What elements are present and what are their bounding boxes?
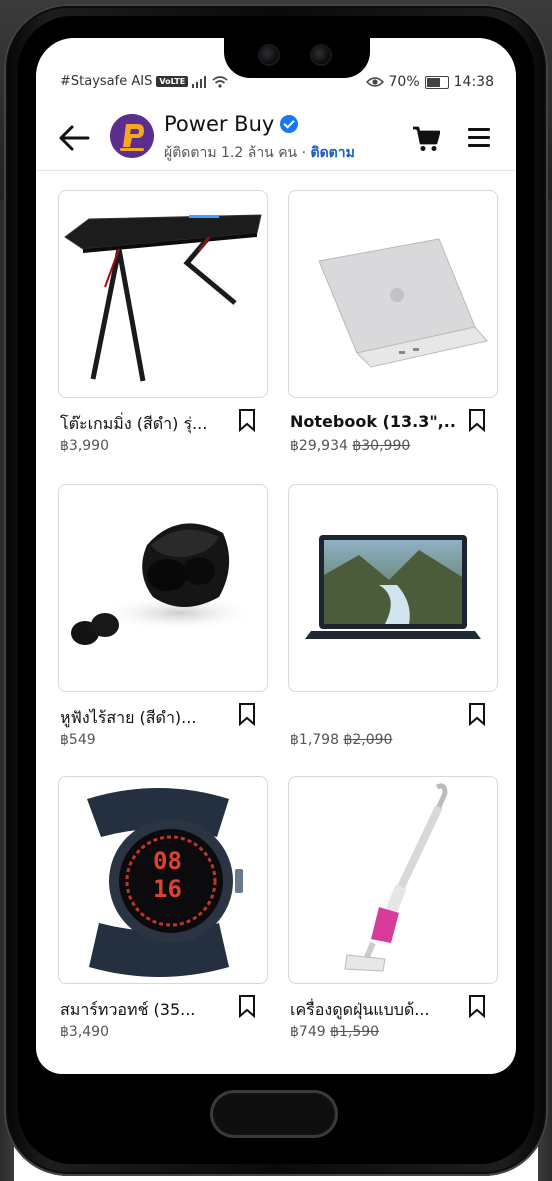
old-price: ฿30,990 [352,438,411,454]
page-name-label: Power Buy [164,112,275,136]
signal-icon [192,75,207,88]
eye-comfort-icon [365,77,384,87]
bookmark-icon[interactable] [238,702,256,726]
product-title: หูฟังไร้สาย (สีดำ)... [60,708,197,727]
silver-laptop-image [318,238,488,368]
watch-hour-digits: 08 [153,847,182,875]
current-price: ฿549 [60,732,96,748]
black-laptop-image [305,535,481,639]
product-image[interactable] [58,190,268,398]
follower-count: ผู้ติดตาม 1.2 ล้าน คน · [164,145,307,161]
follow-link[interactable]: ติดตาม [310,145,354,161]
product-price: ฿749 ฿1,590 [290,1024,379,1040]
product-image[interactable]: 08 16 [58,776,268,984]
bookmark-icon[interactable] [468,408,486,432]
home-button[interactable] [210,1090,338,1138]
page-name[interactable]: Power Buy [164,112,299,136]
app-screen: #Staysafe AIS VoLTE 70% 14:38 Power Buy … [36,38,516,1074]
stick-vacuum-image [344,783,448,972]
cart-icon[interactable] [412,126,440,152]
current-price: ฿29,934 [290,438,348,454]
wifi-icon [212,75,228,88]
watch-minute-digits: 16 [153,875,182,903]
old-price: ฿2,090 [343,732,393,748]
product-image[interactable] [58,484,268,692]
page-avatar[interactable] [110,114,154,158]
product-title: Notebook (13.3",... [290,412,455,431]
page-subtitle: ผู้ติดตาม 1.2 ล้าน คน · ติดตาม [164,142,355,164]
bookmark-icon[interactable] [238,994,256,1018]
product-title: สมาร์ทวอทช์ (35... [60,1000,196,1019]
bookmark-icon[interactable] [468,994,486,1018]
status-bar: #Staysafe AIS VoLTE 70% 14:38 [36,38,516,118]
clock: 14:38 [453,74,494,90]
product-title: โต๊ะเกมมิ่ง (สีดำ) รุ่... [60,414,208,433]
wireless-earbuds-image [71,523,259,645]
product-title: เครื่องดูดฝุ่นแบบด้... [290,1000,430,1019]
gaming-desk-image [64,214,262,382]
battery-icon [424,75,449,89]
bookmark-icon[interactable] [468,702,486,726]
current-price: ฿1,798 [290,732,339,748]
power-buy-logo-icon [110,114,154,158]
product-image[interactable] [288,776,498,984]
menu-icon[interactable] [468,128,490,148]
current-price: ฿3,990 [60,438,109,454]
verified-badge-icon [280,115,299,133]
product-image[interactable] [288,190,498,398]
product-price: ฿29,934 ฿30,990 [290,438,410,454]
product-image[interactable] [288,484,498,692]
battery-percent: 70% [388,74,420,90]
product-price: ฿3,990 [60,438,109,454]
product-price: ฿549 [60,732,96,748]
current-price: ฿749 [290,1024,326,1040]
back-arrow-icon[interactable] [58,124,90,152]
shop-header: Power Buy ผู้ติดตาม 1.2 ล้าน คน · ติดตาม [36,110,516,171]
current-price: ฿3,490 [60,1024,109,1040]
bookmark-icon[interactable] [238,408,256,432]
carrier-name: #Staysafe AIS [60,74,153,89]
network-badge: VoLTE [156,76,189,87]
product-price: ฿3,490 [60,1024,109,1040]
old-price: ฿1,590 [330,1024,380,1040]
product-price: ฿1,798 ฿2,090 [290,732,392,748]
